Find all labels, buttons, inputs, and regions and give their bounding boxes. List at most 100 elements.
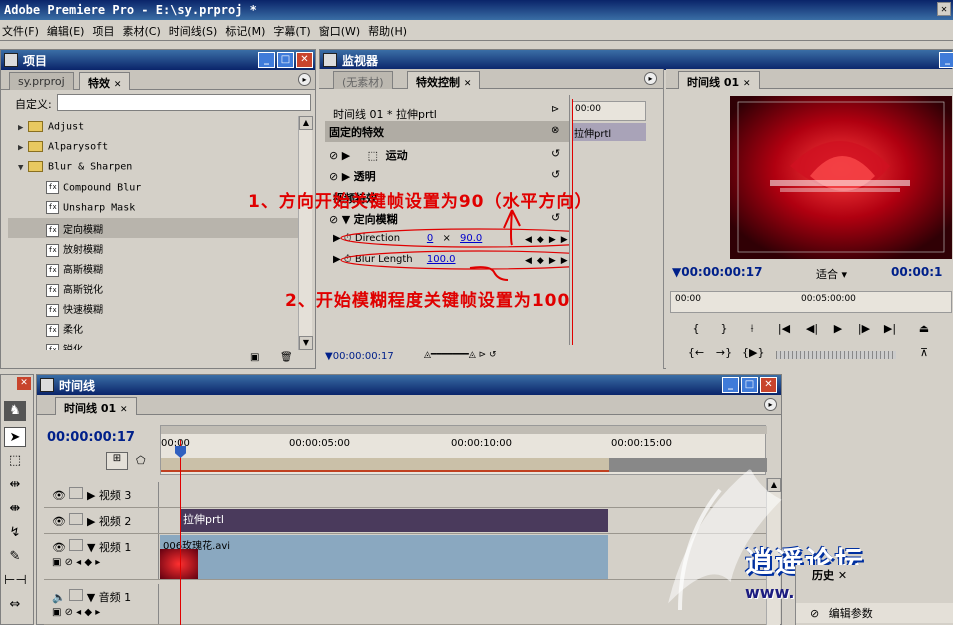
expand-icon: ▶ <box>18 142 24 153</box>
tree-folder-alparysoft[interactable]: ▶ Alparysoft <box>8 138 298 158</box>
tab-timeline-01[interactable]: 时间线 01 ✕ <box>678 71 760 89</box>
minimize-button[interactable]: _ <box>722 377 739 393</box>
play-clip-icon[interactable]: ⊳ <box>551 104 559 115</box>
minimize-button[interactable]: _ <box>939 52 953 68</box>
program-end-timecode: 00:00:1 <box>891 265 943 279</box>
slip-tool-icon[interactable]: ⊢⊣ <box>4 571 27 591</box>
tab-timeline-01[interactable]: 时间线 01 ✕ <box>55 397 137 415</box>
close-tab-icon[interactable]: ✕ <box>114 80 122 90</box>
menu-clip[interactable]: 素材(C) <box>120 20 166 39</box>
rolling-edit-tool-icon[interactable]: ⇼ <box>4 499 26 519</box>
slide-tool-icon[interactable]: ⇔ <box>4 595 26 615</box>
zoom-slider[interactable]: ◬━━━━━━━◬ ⊳ ↺ <box>424 350 497 360</box>
step-back-icon[interactable]: ◀| <box>802 321 822 337</box>
ec-timecode[interactable]: ▼00:00:00:17 <box>325 351 394 362</box>
marker-icon[interactable]: ⬠ <box>136 454 146 467</box>
effect-icon: fx <box>46 283 59 297</box>
collapse-all-icon[interactable]: ⊗ <box>551 125 559 136</box>
menu-title[interactable]: 字幕(T) <box>271 20 316 39</box>
close-panel-button[interactable]: ✕ <box>760 377 777 393</box>
goto-prev-marker-icon[interactable]: {← <box>686 345 706 361</box>
folder-icon <box>28 141 43 152</box>
minimize-button[interactable]: _ <box>258 52 275 68</box>
goto-out-icon[interactable]: ▶| <box>880 321 900 337</box>
close-button[interactable]: ✕ <box>937 2 951 16</box>
scroll-down-icon[interactable]: ▼ <box>299 336 313 350</box>
menu-project[interactable]: 项目 <box>90 20 120 39</box>
tree-folder-blur-sharpen[interactable]: ▼ Blur & Sharpen <box>8 158 298 178</box>
panel-menu-icon[interactable]: ▸ <box>644 72 657 85</box>
program-ruler[interactable]: 00:00 00:05:00:00 <box>670 291 952 313</box>
tree-effect-sharpen[interactable]: fx锐化 <box>8 338 298 350</box>
tab-effects[interactable]: 特效 ✕ <box>79 72 131 90</box>
reset-icon[interactable]: ↺ <box>551 168 560 181</box>
new-bin-icon[interactable]: ▣ <box>250 352 259 363</box>
maximize-button[interactable]: □ <box>277 52 294 68</box>
effect-icon: fx <box>46 263 59 277</box>
effects-scrollbar[interactable]: ▲ ▼ <box>298 116 313 350</box>
goto-in-icon[interactable]: |◀ <box>774 321 794 337</box>
panel-menu-icon[interactable]: ▸ <box>298 73 311 86</box>
tree-effect-radial-blur[interactable]: fx 放射模糊 <box>8 238 298 258</box>
effect-row-motion[interactable]: ⊘ ▶ ⬚ 运动 <box>325 144 408 165</box>
work-area-bar[interactable] <box>161 426 767 434</box>
trash-icon[interactable]: 🗑 <box>280 352 293 363</box>
play-in-to-out-icon[interactable]: {▶} <box>742 345 764 361</box>
razor-tool-icon[interactable]: ✎ <box>4 547 26 567</box>
play-icon[interactable]: ▶ <box>828 321 848 337</box>
fit-dropdown[interactable]: 适合 ▾ <box>816 266 847 282</box>
menu-marker[interactable]: 标记(M) <box>223 20 271 39</box>
scroll-up-icon[interactable]: ▲ <box>299 116 313 130</box>
set-marker-icon[interactable]: ⟊ <box>742 321 762 337</box>
program-timecode[interactable]: ▼00:00:00:17 <box>672 265 762 279</box>
app-title-bar: Adobe Premiere Pro - E:\sy.prproj * ✕ <box>0 0 953 20</box>
track-header: 👁 ▶ 视频 2 <box>44 508 159 533</box>
menu-help[interactable]: 帮助(H) <box>366 20 413 39</box>
motion-icon: ⬚ <box>367 149 379 162</box>
ripple-edit-tool-icon[interactable]: ⇹ <box>4 475 26 495</box>
reset-icon[interactable]: ↺ <box>551 211 560 224</box>
tab-effect-controls[interactable]: 特效控制 ✕ <box>407 71 481 89</box>
menu-edit[interactable]: 编辑(E) <box>45 20 91 39</box>
loop-icon[interactable]: ⏏ <box>914 321 934 337</box>
timeline-timecode[interactable]: 00:00:00:17 <box>47 430 135 445</box>
clip-stretch-title[interactable]: 拉伸prtl <box>180 509 608 532</box>
tab-no-clip[interactable]: (无素材) <box>333 71 393 89</box>
panel-menu-icon[interactable]: ▸ <box>764 398 777 411</box>
history-item[interactable]: ⊘ 编辑参数 <box>796 603 953 623</box>
effect-icon: fx <box>46 223 59 237</box>
selection-tool-icon[interactable]: ➤ <box>4 427 26 447</box>
rate-stretch-tool-icon[interactable]: ↯ <box>4 523 26 543</box>
tree-effect-gaussian-sharpen[interactable]: fx 高斯锐化 <box>8 278 298 298</box>
effect-row-opacity[interactable]: ⊘ ▶ 透明 <box>325 165 376 186</box>
snap-icon[interactable]: ⊞ <box>106 452 128 470</box>
track-select-tool-icon[interactable]: ⬚ <box>4 451 26 471</box>
step-forward-icon[interactable]: |▶ <box>854 321 874 337</box>
tree-effect-fast-blur[interactable]: fx 快速模糊 <box>8 298 298 318</box>
menu-sequence[interactable]: 时间线(S) <box>167 20 224 39</box>
mark-out-icon[interactable]: } <box>714 321 734 337</box>
lift-icon[interactable]: ⊼ <box>914 345 934 361</box>
clip-rose-avi[interactable]: 006玫瑰花.avi <box>160 535 608 579</box>
reset-icon[interactable]: ↺ <box>551 147 560 160</box>
tree-effect-directional-blur[interactable]: fx 定向模糊 <box>8 218 298 238</box>
timeline-panel-title: 时间线 _ □ ✕ <box>37 375 781 395</box>
mini-playhead[interactable] <box>572 99 573 345</box>
close-tools-icon[interactable]: ✕ <box>17 377 31 390</box>
tree-folder-adjust[interactable]: ▶ Adjust <box>8 118 298 138</box>
goto-next-marker-icon[interactable]: →} <box>714 345 734 361</box>
menu-window[interactable]: 窗口(W) <box>317 20 366 39</box>
search-input[interactable] <box>57 94 311 111</box>
program-monitor: 时间线 01 ✕ ▼00:00:00:17 适合 ▾ 00:00:1 00:00… <box>666 69 953 369</box>
mark-in-icon[interactable]: { <box>686 321 706 337</box>
maximize-button[interactable]: □ <box>741 377 758 393</box>
tree-effect-gaussian-blur[interactable]: fx 高斯模糊 <box>8 258 298 278</box>
timeline-playhead[interactable] <box>180 440 181 625</box>
tree-effect-soften[interactable]: fx 柔化 <box>8 318 298 338</box>
tab-project[interactable]: sy.prproj <box>9 72 74 90</box>
history-tab[interactable]: 历史 ✕ <box>812 567 847 583</box>
keyframe-controls-icon: ▣ ⊘ ◂ ◆ ▸ <box>52 607 101 618</box>
close-panel-button[interactable]: ✕ <box>296 52 313 68</box>
jog-shuttle[interactable] <box>776 351 896 359</box>
menu-file[interactable]: 文件(F) <box>0 20 45 39</box>
